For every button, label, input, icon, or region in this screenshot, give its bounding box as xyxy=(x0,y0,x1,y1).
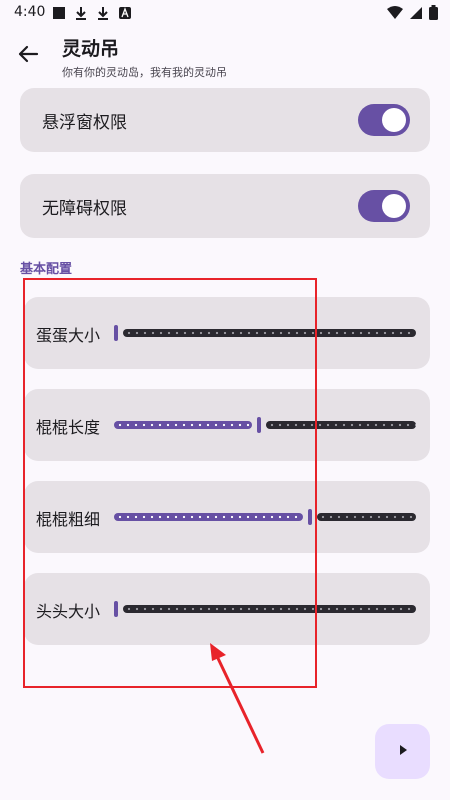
status-bar: 4:40 xyxy=(0,0,450,26)
app-bar: 灵动吊 你有你的灵动岛，我有我的灵动吊 xyxy=(0,26,450,88)
arrow-back-icon xyxy=(17,43,39,69)
page-subtitle: 你有你的灵动岛，我有我的灵动吊 xyxy=(62,66,227,79)
battery-icon xyxy=(429,5,438,24)
page-title: 灵动吊 xyxy=(62,38,120,60)
toggle-knob xyxy=(382,108,406,132)
annotation-arrow xyxy=(210,643,265,754)
back-button[interactable] xyxy=(14,42,42,70)
play-icon xyxy=(396,742,410,761)
download-icon xyxy=(96,5,110,24)
permission-card-accessibility[interactable]: 无障碍权限 xyxy=(20,174,430,238)
toggle-knob xyxy=(382,194,406,218)
permission-label: 悬浮窗权限 xyxy=(42,113,127,133)
download-icon xyxy=(74,5,88,24)
accessibility-permission-toggle[interactable] xyxy=(358,190,410,222)
status-time: 4:40 xyxy=(14,4,46,20)
stop-square-icon xyxy=(52,5,66,24)
overlay-permission-toggle[interactable] xyxy=(358,104,410,136)
app-notification-icon xyxy=(118,5,132,24)
section-title: 基本配置 xyxy=(20,262,73,277)
cell-signal-icon xyxy=(409,5,423,24)
permission-label: 无障碍权限 xyxy=(42,199,127,219)
annotation-highlight-box xyxy=(23,278,317,688)
play-button[interactable] xyxy=(375,724,430,779)
permission-card-overlay[interactable]: 悬浮窗权限 xyxy=(20,88,430,152)
slider-track-inactive xyxy=(317,513,416,521)
wifi-icon xyxy=(387,5,403,24)
